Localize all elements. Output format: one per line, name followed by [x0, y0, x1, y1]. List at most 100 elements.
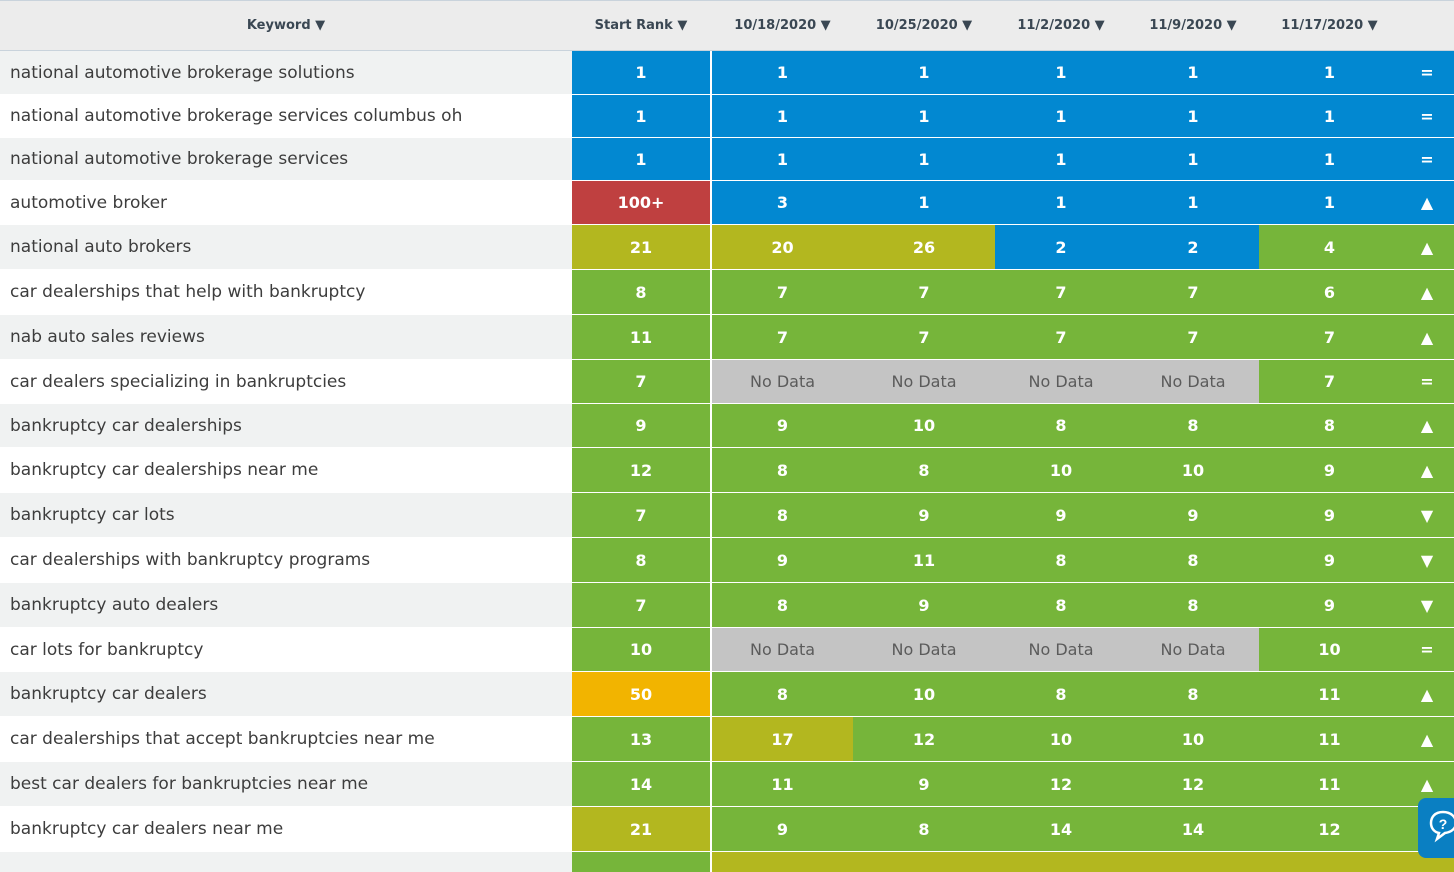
trend-indicator: ▲: [1400, 225, 1454, 269]
table-row: [0, 852, 1454, 872]
rank-cell: 7: [995, 270, 1127, 314]
rank-cell: 7: [712, 270, 853, 314]
rank-cell: 7: [995, 315, 1127, 359]
rank-cell: 1: [995, 138, 1127, 180]
column-divider: [710, 493, 712, 537]
keyword-cell: national automotive brokerage solutions: [0, 51, 572, 94]
column-divider: [710, 51, 712, 94]
table-row: national automotive brokerage solutions 1…: [0, 51, 1454, 94]
table-row: nab auto sales reviews 11 7 7 7 7 7 ▲: [0, 315, 1454, 359]
rank-cell: 1: [1259, 181, 1400, 224]
column-divider: [710, 181, 712, 224]
keyword-cell: bankruptcy car dealerships near me: [0, 448, 572, 492]
rank-cell: 11: [1259, 717, 1400, 761]
help-chat-button[interactable]: ?: [1418, 798, 1454, 858]
column-divider: [710, 538, 712, 582]
table-row: car dealers specializing in bankruptcies…: [0, 360, 1454, 403]
date-column-header-4[interactable]: 11/9/2020 ▼: [1127, 1, 1259, 51]
rank-cell: 12: [995, 762, 1127, 806]
rank-cell: 6: [1259, 270, 1400, 314]
start-rank-cell: 8: [572, 270, 710, 314]
start-rank-cell: 21: [572, 807, 710, 851]
rank-cell: 20: [712, 225, 853, 269]
rank-cell: 11: [1259, 762, 1400, 806]
start-rank-cell: 9: [572, 404, 710, 447]
start-rank-cell: 11: [572, 315, 710, 359]
trend-indicator: ▲: [1400, 448, 1454, 492]
column-divider: [710, 270, 712, 314]
rank-cell: 1: [712, 95, 853, 137]
rank-cell: 8: [995, 672, 1127, 716]
trend-indicator: ▲: [1400, 315, 1454, 359]
column-divider: [710, 583, 712, 627]
date-column-header-1[interactable]: 10/18/2020 ▼: [712, 1, 853, 51]
keyword-cell: bankruptcy car dealers near me: [0, 807, 572, 851]
table-row: car dealerships that accept bankruptcies…: [0, 717, 1454, 761]
rank-cell: 9: [995, 493, 1127, 537]
rank-cell: 10: [853, 404, 995, 447]
start-rank-cell: 14: [572, 762, 710, 806]
rank-cell: 1: [1259, 95, 1400, 137]
keyword-cell: car dealerships with bankruptcy programs: [0, 538, 572, 582]
rank-cell: 7: [1127, 315, 1259, 359]
trend-indicator: ▼: [1400, 493, 1454, 537]
keyword-cell: car dealerships that help with bankruptc…: [0, 270, 572, 314]
column-divider: [710, 225, 712, 269]
keyword-cell: national automotive brokerage services: [0, 138, 572, 180]
column-divider: [710, 404, 712, 447]
rank-cell: No Data: [995, 360, 1127, 403]
table-header: Keyword ▼ Start Rank ▼ 10/18/2020 ▼ 10/2…: [0, 0, 1454, 51]
rank-cell: 9: [1259, 448, 1400, 492]
column-divider: [710, 717, 712, 761]
rank-cell: 1: [1259, 51, 1400, 94]
rank-cell: 1: [995, 95, 1127, 137]
rank-cell: 10: [1127, 448, 1259, 492]
rank-cell: [1127, 852, 1259, 872]
date-column-header-3[interactable]: 11/2/2020 ▼: [995, 1, 1127, 51]
rank-cell: 7: [1259, 315, 1400, 359]
rank-cell: 10: [1127, 717, 1259, 761]
rank-cell: 7: [1259, 360, 1400, 403]
rank-cell: 9: [712, 807, 853, 851]
start-rank-cell: [572, 852, 710, 872]
trend-indicator: ▼: [1400, 538, 1454, 582]
trend-indicator: ▲: [1400, 270, 1454, 314]
trend-indicator: ▲: [1400, 717, 1454, 761]
rank-cell: 26: [853, 225, 995, 269]
rank-cell: 1: [1127, 181, 1259, 224]
rank-cell: 1: [853, 181, 995, 224]
start-rank-cell: 21: [572, 225, 710, 269]
keyword-column-header[interactable]: Keyword ▼: [0, 1, 572, 51]
trend-indicator: =: [1400, 628, 1454, 671]
rank-cell: 1: [853, 95, 995, 137]
start-rank-cell: 7: [572, 583, 710, 627]
rank-cell: 9: [712, 404, 853, 447]
rank-cell: 10: [853, 672, 995, 716]
keyword-cell: bankruptcy car dealerships: [0, 404, 572, 447]
start-rank-column-header[interactable]: Start Rank ▼: [572, 1, 710, 51]
start-rank-cell: 1: [572, 95, 710, 137]
rank-cell: 1: [712, 51, 853, 94]
keyword-cell: bankruptcy auto dealers: [0, 583, 572, 627]
table-row: best car dealers for bankruptcies near m…: [0, 762, 1454, 806]
rank-cell: [995, 852, 1127, 872]
rank-cell: No Data: [995, 628, 1127, 671]
keyword-cell: bankruptcy car dealers: [0, 672, 572, 716]
rank-cell: 12: [1259, 807, 1400, 851]
date-column-header-2[interactable]: 10/25/2020 ▼: [853, 1, 995, 51]
rank-cell: 7: [1127, 270, 1259, 314]
trend-indicator: =: [1400, 95, 1454, 137]
keyword-cell: [0, 852, 572, 872]
date-column-header-5[interactable]: 11/17/2020 ▼: [1259, 1, 1400, 51]
rank-cell: 8: [712, 493, 853, 537]
keyword-cell: national auto brokers: [0, 225, 572, 269]
rank-cell: 8: [712, 448, 853, 492]
rank-cell: 8: [712, 583, 853, 627]
rank-cell: No Data: [853, 360, 995, 403]
keyword-cell: best car dealers for bankruptcies near m…: [0, 762, 572, 806]
rank-cell: 12: [1127, 762, 1259, 806]
rank-cell: 8: [995, 583, 1127, 627]
rank-cell: 8: [853, 807, 995, 851]
keyword-cell: automotive broker: [0, 181, 572, 224]
table-row: bankruptcy car dealerships 9 9 10 8 8 8 ▲: [0, 404, 1454, 447]
